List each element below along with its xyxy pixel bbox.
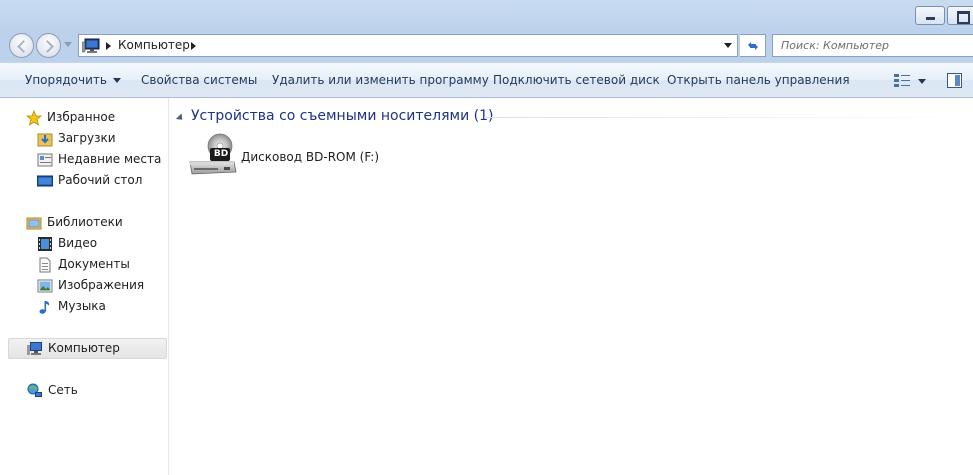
- sidebar-item-label: Музыка: [58, 299, 106, 313]
- search-input[interactable]: [773, 35, 973, 56]
- sidebar-item-label: Избранное: [47, 110, 116, 124]
- documents-icon: [39, 257, 51, 273]
- sidebar-item-recent-places[interactable]: Недавние места: [37, 149, 167, 170]
- map-network-drive-button[interactable]: Подключить сетевой диск: [493, 63, 660, 98]
- sidebar-item-video[interactable]: Видео: [37, 233, 167, 254]
- sidebar-item-downloads[interactable]: Загрузки: [37, 128, 167, 149]
- search-box[interactable]: [772, 34, 973, 57]
- sidebar-item-music[interactable]: Музыка: [37, 296, 167, 317]
- bd-badge: BD: [213, 149, 229, 159]
- navigation-pane: Избранное Загрузки Недавние места Рабочи…: [0, 98, 169, 475]
- collapse-group-icon[interactable]: [175, 113, 186, 123]
- content-pane: Устройства со съемными носителями (1) BD…: [170, 98, 973, 475]
- sidebar-item-label: Загрузки: [58, 131, 116, 145]
- sidebar-item-label: Изображения: [58, 278, 145, 292]
- star-icon: [26, 110, 42, 126]
- drive-item-bd-rom[interactable]: BD Дисковод BD-ROM (F:): [188, 132, 388, 182]
- breadcrumb-chevron-right-icon[interactable]: [191, 42, 196, 50]
- open-control-panel-button[interactable]: Открыть панель управления: [667, 63, 850, 98]
- title-bar: [0, 0, 973, 30]
- sidebar-item-libraries[interactable]: Библиотеки: [26, 212, 166, 233]
- sidebar-item-documents[interactable]: Документы: [37, 254, 167, 275]
- sidebar-item-network[interactable]: Сеть: [27, 380, 165, 401]
- breadcrumb-computer[interactable]: Компьютер: [118, 38, 190, 52]
- refresh-icon: [747, 42, 758, 50]
- breadcrumb-chevron-right-icon[interactable]: [106, 42, 111, 50]
- forward-button[interactable]: [36, 33, 61, 58]
- network-icon: [27, 383, 42, 397]
- sidebar-item-label: Документы: [58, 257, 130, 271]
- maximize-button[interactable]: [947, 6, 973, 25]
- drive-label: Дисковод BD-ROM (F:): [241, 150, 380, 164]
- address-history-chevron-down-icon[interactable]: [724, 43, 732, 48]
- preview-pane-button[interactable]: [947, 73, 962, 88]
- sidebar-item-label: Библиотеки: [47, 215, 123, 229]
- command-bar: Упорядочить Свойства системы Удалить или…: [0, 62, 973, 98]
- change-view-icon[interactable]: [894, 74, 910, 88]
- libraries-icon: [26, 217, 42, 230]
- sidebar-item-label: Недавние места: [58, 152, 162, 166]
- sidebar-item-label: Сеть: [48, 383, 78, 397]
- recent-pages-chevron-down-icon[interactable]: [64, 42, 72, 47]
- sidebar-item-pictures[interactable]: Изображения: [37, 275, 167, 296]
- recent-places-icon: [37, 153, 53, 167]
- back-button[interactable]: [9, 33, 34, 58]
- group-header-removable-devices[interactable]: Устройства со съемными носителями (1): [191, 108, 493, 124]
- chevron-down-icon: [112, 78, 121, 83]
- organize-label: Упорядочить: [25, 73, 107, 87]
- refresh-button[interactable]: [740, 34, 766, 57]
- address-bar[interactable]: Компьютер: [78, 34, 738, 57]
- computer-icon: [82, 38, 100, 53]
- sidebar-item-label: Видео: [58, 236, 98, 250]
- computer-icon: [27, 342, 42, 355]
- music-icon: [39, 301, 50, 314]
- video-icon: [38, 237, 52, 251]
- sidebar-item-label: Компьютер: [48, 341, 120, 355]
- pictures-icon: [37, 279, 53, 293]
- sidebar-item-favorites[interactable]: Избранное: [26, 107, 166, 128]
- system-properties-button[interactable]: Свойства системы: [141, 63, 257, 98]
- downloads-folder-icon: [37, 133, 53, 147]
- group-divider: [484, 117, 973, 118]
- organize-button[interactable]: Упорядочить: [25, 63, 121, 98]
- uninstall-program-button[interactable]: Удалить или изменить программу: [272, 63, 489, 98]
- sidebar-item-computer[interactable]: Компьютер: [27, 338, 165, 359]
- sidebar-item-desktop[interactable]: Рабочий стол: [37, 170, 167, 191]
- address-row: Компьютер: [0, 30, 973, 62]
- view-options-chevron-down-icon[interactable]: [918, 79, 926, 84]
- sidebar-item-label: Рабочий стол: [58, 173, 143, 187]
- desktop-icon: [37, 175, 53, 187]
- minimize-button[interactable]: [915, 6, 945, 25]
